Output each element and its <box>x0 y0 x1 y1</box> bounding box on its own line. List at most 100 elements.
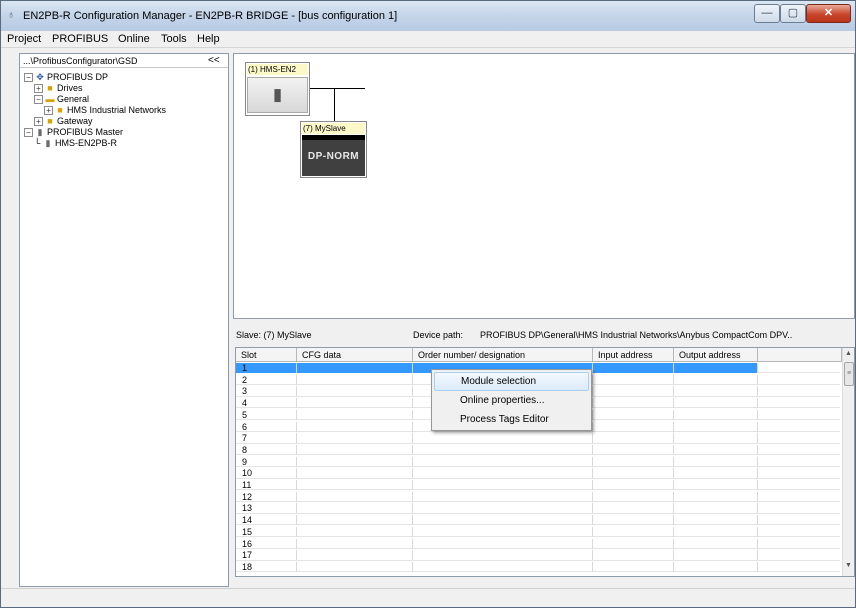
tree-expander[interactable]: − <box>34 95 43 105</box>
table-cell[interactable] <box>758 468 842 478</box>
table-cell[interactable] <box>297 526 413 537</box>
table-cell[interactable] <box>674 363 758 373</box>
slot-cell[interactable]: 4 <box>236 398 297 409</box>
tree-item-gateway[interactable]: + ■ Gateway <box>34 116 93 127</box>
menu-tools[interactable]: Tools <box>161 33 187 46</box>
table-row[interactable]: 8 <box>236 444 840 456</box>
table-cell[interactable] <box>593 526 674 537</box>
table-cell[interactable] <box>413 491 593 502</box>
table-cell[interactable] <box>593 456 674 467</box>
slot-cell[interactable]: 11 <box>236 480 297 490</box>
table-cell[interactable] <box>674 526 758 537</box>
table-cell[interactable] <box>413 503 593 514</box>
table-cell[interactable] <box>297 363 413 373</box>
table-cell[interactable] <box>297 480 413 490</box>
table-cell[interactable] <box>297 503 413 514</box>
table-cell[interactable] <box>297 409 413 420</box>
column-header-slot[interactable]: Slot <box>236 348 297 362</box>
menu-project[interactable]: Project <box>7 33 41 46</box>
table-cell[interactable] <box>758 433 842 443</box>
table-cell[interactable] <box>593 363 674 373</box>
menu-item-online-properties[interactable]: Online properties... <box>434 391 589 410</box>
table-cell[interactable] <box>674 398 758 409</box>
slot-cell[interactable]: 18 <box>236 561 297 572</box>
table-cell[interactable] <box>413 456 593 467</box>
menu-online[interactable]: Online <box>118 33 150 46</box>
table-cell[interactable] <box>297 398 413 409</box>
slot-cell[interactable]: 15 <box>236 526 297 537</box>
table-cell[interactable] <box>593 538 674 549</box>
table-cell[interactable] <box>758 492 842 502</box>
table-cell[interactable] <box>297 421 413 432</box>
table-cell[interactable] <box>758 480 842 490</box>
slot-cell[interactable]: 1 <box>236 363 297 373</box>
scroll-up-icon[interactable]: ▲ <box>845 350 852 357</box>
table-cell[interactable] <box>758 527 842 537</box>
slot-cell[interactable]: 16 <box>236 538 297 549</box>
table-cell[interactable] <box>593 433 674 444</box>
table-cell[interactable] <box>674 538 758 549</box>
table-cell[interactable] <box>758 410 842 420</box>
table-row[interactable]: 7 <box>236 433 842 444</box>
table-cell[interactable] <box>758 539 842 549</box>
slot-cell[interactable]: 8 <box>236 444 297 455</box>
table-cell[interactable] <box>674 503 758 514</box>
table-cell[interactable] <box>593 550 674 561</box>
table-cell[interactable] <box>674 386 758 397</box>
table-cell[interactable] <box>758 550 842 560</box>
close-button[interactable]: ✕ <box>806 4 851 23</box>
table-cell[interactable] <box>297 374 413 385</box>
table-cell[interactable] <box>297 561 413 572</box>
tree-expander[interactable]: − <box>24 128 33 138</box>
table-cell[interactable] <box>413 480 593 490</box>
tree-expander[interactable]: − <box>24 73 33 83</box>
column-header-order-number[interactable]: Order number/ designation <box>413 348 593 362</box>
table-cell[interactable] <box>674 456 758 467</box>
tree-expander[interactable]: + <box>34 84 43 94</box>
slot-cell[interactable]: 2 <box>236 374 297 385</box>
slot-cell[interactable]: 13 <box>236 503 297 514</box>
menu-item-process-tags-editor[interactable]: Process Tags Editor <box>434 410 589 429</box>
table-cell[interactable] <box>758 457 842 467</box>
table-cell[interactable] <box>593 561 674 572</box>
scroll-down-icon[interactable]: ▼ <box>845 562 852 569</box>
table-cell[interactable] <box>674 550 758 561</box>
table-cell[interactable] <box>593 444 674 455</box>
table-cell[interactable] <box>593 480 674 490</box>
tree-item-general[interactable]: − ▬ General <box>34 94 89 105</box>
slot-cell[interactable]: 3 <box>236 386 297 397</box>
table-cell[interactable] <box>413 433 593 444</box>
table-row[interactable]: 9 <box>236 456 842 467</box>
table-cell[interactable] <box>674 480 758 490</box>
table-cell[interactable] <box>674 491 758 502</box>
collapse-panel-button[interactable]: << <box>208 55 220 66</box>
slave-device-node[interactable]: (7) MySlave DP-NORM <box>300 121 367 178</box>
table-row[interactable]: 11 <box>236 480 842 491</box>
menu-profibus[interactable]: PROFIBUS <box>52 33 108 46</box>
table-cell[interactable] <box>758 422 842 432</box>
table-cell[interactable] <box>674 374 758 385</box>
table-cell[interactable] <box>674 421 758 432</box>
vertical-scrollbar[interactable]: ▲ ≡ ▼ <box>842 348 854 576</box>
menu-help[interactable]: Help <box>197 33 220 46</box>
table-row[interactable]: 16 <box>236 538 842 549</box>
table-cell[interactable] <box>413 538 593 549</box>
slot-cell[interactable]: 9 <box>236 456 297 467</box>
title-bar[interactable]: ♁ EN2PB-R Configuration Manager - EN2PB-… <box>1 1 855 31</box>
table-cell[interactable] <box>297 433 413 444</box>
table-cell[interactable] <box>297 491 413 502</box>
table-cell[interactable] <box>297 550 413 561</box>
table-cell[interactable] <box>593 421 674 432</box>
table-cell[interactable] <box>593 491 674 502</box>
table-cell[interactable] <box>593 398 674 409</box>
table-cell[interactable] <box>674 468 758 479</box>
slot-cell[interactable]: 17 <box>236 550 297 561</box>
table-row[interactable]: 10 <box>236 468 842 479</box>
column-header-cfg-data[interactable]: CFG data <box>297 348 413 362</box>
table-cell[interactable] <box>297 456 413 467</box>
table-cell[interactable] <box>758 398 842 408</box>
maximize-button[interactable]: ▢ <box>780 4 806 23</box>
table-cell[interactable] <box>758 386 842 396</box>
column-header-input-address[interactable]: Input address <box>593 348 674 362</box>
tree-item-profibus-master[interactable]: − ▮ PROFIBUS Master <box>24 127 123 138</box>
